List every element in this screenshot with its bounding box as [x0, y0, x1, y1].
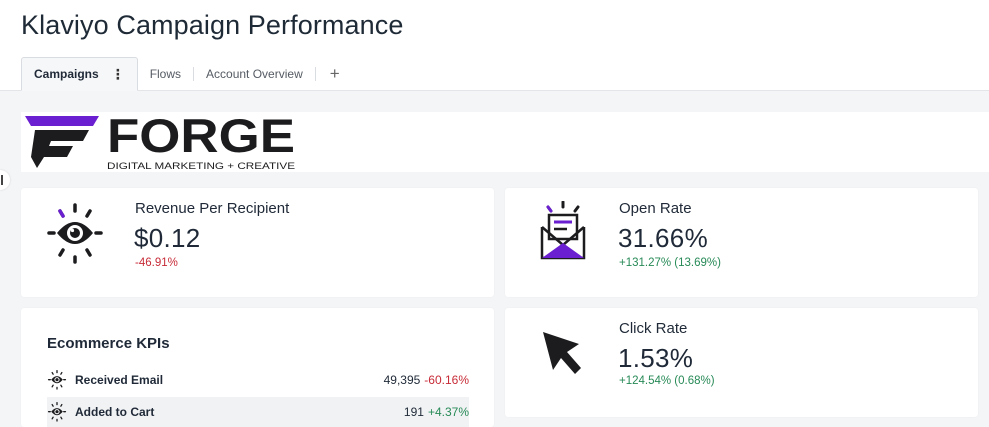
kpi-change: -46.91% [135, 257, 178, 269]
row-label: Received Email [75, 373, 164, 387]
open-rate-card: Open Rate 31.66% +131.27% (13.69%) [505, 188, 978, 297]
tab-account-overview[interactable]: Account Overview [194, 57, 315, 91]
kpi-label: Open Rate [619, 200, 692, 217]
tab-flows[interactable]: Flows [138, 57, 193, 91]
kpi-value: 31.66% [618, 223, 708, 253]
eye-icon [47, 203, 103, 270]
cursor-arrow-icon [541, 330, 585, 381]
ecommerce-kpis-card: Ecommerce KPIs Received Email 49,395 -60… [21, 308, 494, 427]
add-tab-button[interactable]: + [316, 57, 354, 91]
row-change: -60.16% [424, 373, 469, 387]
table-row: Received Email 49,395 -60.16% [47, 365, 469, 395]
logo-wordmark: FORGE [107, 116, 295, 162]
revenue-per-recipient-card: Revenue Per Recipient $0.12 -46.91% [21, 188, 494, 297]
kpi-value: $0.12 [134, 223, 201, 253]
tab-flows-label: Flows [149, 67, 182, 81]
table-row: Added to Cart 191 +4.37% [47, 397, 469, 427]
tab-bar: Campaigns ⋮ Flows Account Overview + [21, 57, 354, 91]
tab-menu-icon[interactable]: ⋮ [111, 67, 125, 81]
open-envelope-icon [539, 200, 587, 266]
kpi-label: Click Rate [619, 320, 688, 337]
click-rate-card: Click Rate 1.53% +124.54% (0.68%) [505, 308, 978, 417]
ecommerce-kpis-title: Ecommerce KPIs [47, 335, 170, 352]
kpi-change: +131.27% (13.69%) [619, 257, 721, 269]
eye-icon [47, 370, 67, 390]
logo-tagline: DIGITAL MARKETING + CREATIVE [107, 161, 295, 172]
kpi-change: +124.54% (0.68%) [619, 375, 715, 387]
tab-campaigns-label: Campaigns [34, 67, 99, 81]
row-value: 191 [403, 405, 424, 419]
kpi-value: 1.53% [618, 343, 694, 373]
eye-icon [47, 402, 67, 422]
tab-campaigns[interactable]: Campaigns ⋮ [21, 57, 138, 91]
row-label: Added to Cart [75, 405, 155, 419]
page-title: Klaviyo Campaign Performance [21, 10, 404, 40]
tab-account-overview-label: Account Overview [206, 67, 303, 81]
forge-logo: FORGE DIGITAL MARKETING + CREATIVE [25, 109, 297, 177]
top-bar: Klaviyo Campaign Performance Campaigns ⋮… [0, 0, 989, 91]
kpi-label: Revenue Per Recipient [135, 200, 290, 217]
row-value: 49,395 [383, 373, 421, 387]
row-change: +4.37% [427, 405, 469, 419]
